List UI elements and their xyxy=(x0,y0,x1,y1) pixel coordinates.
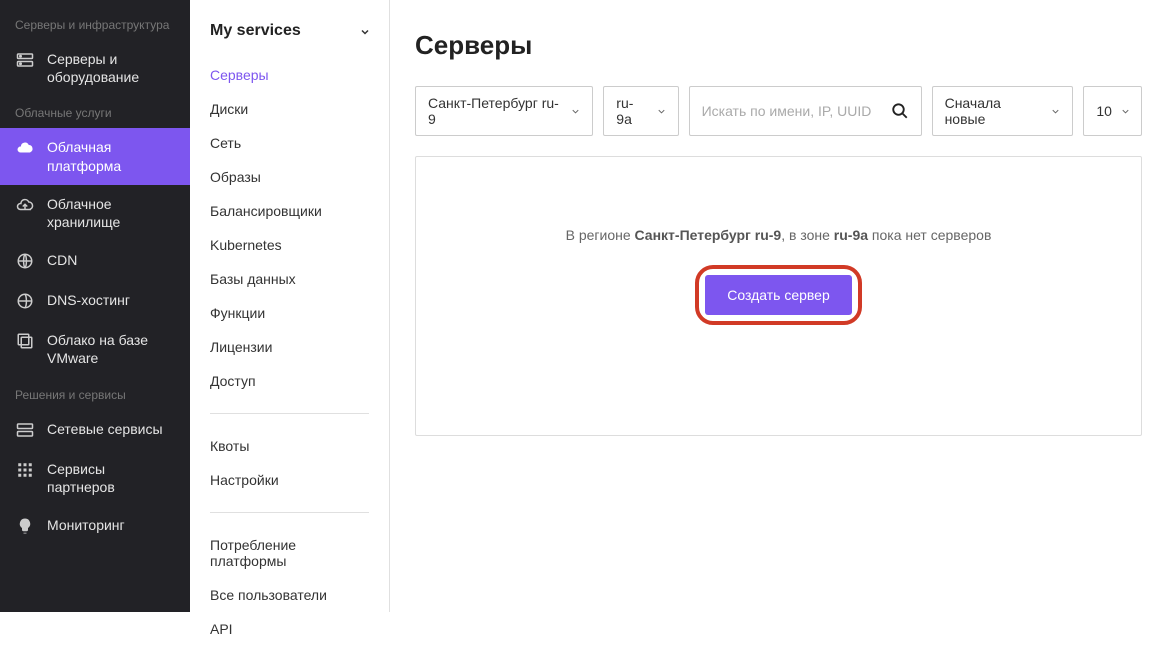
chevron-down-icon xyxy=(359,26,369,36)
light-sidebar-item[interactable]: API xyxy=(190,612,389,646)
page-title: Серверы xyxy=(415,30,1142,61)
region-dropdown[interactable]: Санкт-Петербург ru-9 xyxy=(415,86,593,136)
cloud-upload-icon xyxy=(15,195,35,215)
light-sidebar-item[interactable]: Образы xyxy=(190,160,389,194)
apps-icon xyxy=(15,460,35,480)
network-icon xyxy=(15,420,35,440)
sort-dropdown[interactable]: Сначала новые xyxy=(932,86,1074,136)
light-sidebar-item[interactable]: Настройки xyxy=(190,463,389,497)
chevron-down-icon xyxy=(1050,106,1060,116)
light-sidebar-item[interactable]: Квоты xyxy=(190,429,389,463)
search-icon xyxy=(891,102,909,120)
empty-state-panel: В регионе Санкт-Петербург ru-9, в зоне r… xyxy=(415,156,1142,436)
light-sidebar-item[interactable]: Функции xyxy=(190,296,389,330)
sidebar-item-label: DNS-хостинг xyxy=(47,291,130,309)
highlight-annotation: Создать сервер xyxy=(695,265,862,325)
empty-state-text: В регионе Санкт-Петербург ru-9, в зоне r… xyxy=(436,227,1121,243)
sidebar-dark: Серверы и инфраструктура Серверы и обору… xyxy=(0,0,190,612)
sort-value: Сначала новые xyxy=(945,95,1043,127)
vmware-icon xyxy=(15,331,35,351)
sidebar-item-dns[interactable]: DNS-хостинг xyxy=(0,281,190,321)
sidebar-item-servers-equipment[interactable]: Серверы и оборудование xyxy=(0,40,190,96)
light-sidebar-item[interactable]: Потребление платформы xyxy=(190,528,389,578)
light-sidebar-item[interactable]: Серверы xyxy=(190,58,389,92)
light-sidebar-item[interactable]: Kubernetes xyxy=(190,228,389,262)
light-sidebar-item[interactable]: Сеть xyxy=(190,126,389,160)
chevron-down-icon xyxy=(656,106,666,116)
sidebar-light: My services СерверыДискиСетьОбразыБаланс… xyxy=(190,0,390,612)
sidebar-item-partner-services[interactable]: Сервисы партнеров xyxy=(0,450,190,506)
count-dropdown[interactable]: 10 xyxy=(1083,86,1142,136)
sidebar-item-label: CDN xyxy=(47,251,77,269)
light-sidebar-item[interactable]: Балансировщики xyxy=(190,194,389,228)
sidebar-item-label: Сетевые сервисы xyxy=(47,420,163,438)
sidebar-item-network-services[interactable]: Сетевые сервисы xyxy=(0,410,190,450)
sidebar-item-cdn[interactable]: CDN xyxy=(0,241,190,281)
sidebar-item-label: Мониторинг xyxy=(47,516,125,534)
search-input[interactable] xyxy=(702,103,883,119)
zone-dropdown[interactable]: ru-9a xyxy=(603,86,678,136)
cloud-icon xyxy=(15,138,35,158)
dns-icon xyxy=(15,291,35,311)
light-sidebar-item[interactable]: Все пользователи xyxy=(190,578,389,612)
section-title-cloud: Облачные услуги xyxy=(0,96,190,128)
sidebar-item-label: Серверы и оборудование xyxy=(47,50,175,86)
section-title-servers: Серверы и инфраструктура xyxy=(0,8,190,40)
light-sidebar-item[interactable]: Базы данных xyxy=(190,262,389,296)
server-icon xyxy=(15,50,35,70)
create-server-button[interactable]: Создать сервер xyxy=(705,275,852,315)
filters-row: Санкт-Петербург ru-9 ru-9a Сначала новые… xyxy=(415,86,1142,136)
sidebar-item-label: Сервисы партнеров xyxy=(47,460,175,496)
lightbulb-icon xyxy=(15,516,35,536)
light-sidebar-item[interactable]: Лицензии xyxy=(190,330,389,364)
region-value: Санкт-Петербург ru-9 xyxy=(428,95,562,127)
chevron-down-icon xyxy=(1120,106,1130,116)
light-sidebar-item[interactable]: Доступ xyxy=(190,364,389,398)
globe-icon xyxy=(15,251,35,271)
sidebar-item-vmware[interactable]: Облако на базе VMware xyxy=(0,321,190,377)
divider xyxy=(210,512,369,513)
my-services-toggle[interactable]: My services xyxy=(190,0,389,58)
light-sidebar-item[interactable]: Диски xyxy=(190,92,389,126)
zone-value: ru-9a xyxy=(616,95,647,127)
main-content: Серверы Санкт-Петербург ru-9 ru-9a Снача… xyxy=(390,0,1167,612)
search-box[interactable] xyxy=(689,86,922,136)
sidebar-item-cloud-storage[interactable]: Облачное хранилище xyxy=(0,185,190,241)
sidebar-item-cloud-platform[interactable]: Облачная платформа xyxy=(0,128,190,184)
section-title-solutions: Решения и сервисы xyxy=(0,378,190,410)
sidebar-item-label: Облачная платформа xyxy=(47,138,175,174)
count-value: 10 xyxy=(1096,103,1112,119)
my-services-label: My services xyxy=(210,22,301,40)
sidebar-item-label: Облако на базе VMware xyxy=(47,331,175,367)
sidebar-item-monitoring[interactable]: Мониторинг xyxy=(0,506,190,546)
sidebar-item-label: Облачное хранилище xyxy=(47,195,175,231)
divider xyxy=(210,413,369,414)
chevron-down-icon xyxy=(570,106,580,116)
